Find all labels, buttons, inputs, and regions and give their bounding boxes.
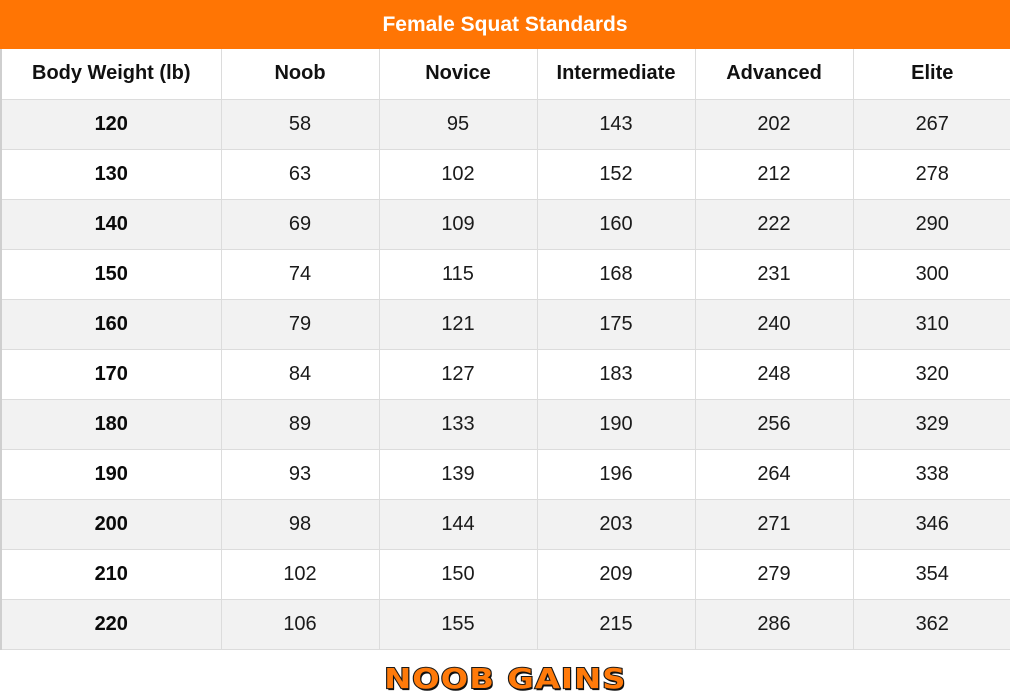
table-row: 200 98 144 203 271 346 (0, 498, 1010, 550)
cell-noob: 69 (220, 198, 380, 250)
cell-body-weight: 150 (0, 248, 222, 300)
cell-elite: 346 (852, 498, 1010, 550)
cell-advanced: 264 (694, 448, 854, 500)
cell-advanced: 256 (694, 398, 854, 450)
column-header-noob: Noob (220, 49, 380, 100)
cell-novice: 127 (378, 348, 538, 400)
cell-novice: 121 (378, 298, 538, 350)
cell-elite: 320 (852, 348, 1010, 400)
cell-advanced: 212 (694, 148, 854, 200)
cell-intermediate: 209 (536, 548, 696, 600)
cell-intermediate: 175 (536, 298, 696, 350)
cell-advanced: 279 (694, 548, 854, 600)
cell-noob: 93 (220, 448, 380, 500)
cell-elite: 267 (852, 98, 1010, 150)
cell-intermediate: 160 (536, 198, 696, 250)
column-header-body-weight: Body Weight (lb) (0, 49, 222, 100)
column-header-elite: Elite (852, 49, 1010, 100)
table-title: Female Squat Standards (0, 0, 1010, 49)
cell-intermediate: 215 (536, 598, 696, 650)
cell-intermediate: 196 (536, 448, 696, 500)
cell-novice: 150 (378, 548, 538, 600)
cell-novice: 139 (378, 448, 538, 500)
cell-elite: 290 (852, 198, 1010, 250)
table-row: 150 74 115 168 231 300 (0, 248, 1010, 300)
cell-noob: 84 (220, 348, 380, 400)
table-body: 120 58 95 143 202 267 130 63 102 152 212 278 140 69 10… (0, 98, 1010, 650)
table-row: 210 102 150 209 279 354 (0, 548, 1010, 600)
cell-body-weight: 130 (0, 148, 222, 200)
cell-advanced: 202 (694, 98, 854, 150)
column-header-novice: Novice (378, 49, 538, 100)
cell-advanced: 231 (694, 248, 854, 300)
header-row: Body Weight (lb) Noob Novice Intermediat… (0, 49, 1010, 100)
cell-body-weight: 220 (0, 598, 222, 650)
cell-noob: 58 (220, 98, 380, 150)
cell-noob: 63 (220, 148, 380, 200)
cell-body-weight: 170 (0, 348, 222, 400)
column-header-advanced: Advanced (694, 49, 854, 100)
cell-noob: 89 (220, 398, 380, 450)
cell-body-weight: 120 (0, 98, 222, 150)
cell-intermediate: 183 (536, 348, 696, 400)
table-row: 160 79 121 175 240 310 (0, 298, 1010, 350)
cell-body-weight: 140 (0, 198, 222, 250)
cell-advanced: 240 (694, 298, 854, 350)
cell-advanced: 248 (694, 348, 854, 400)
cell-advanced: 286 (694, 598, 854, 650)
cell-intermediate: 203 (536, 498, 696, 550)
cell-noob: 74 (220, 248, 380, 300)
cell-noob: 106 (220, 598, 380, 650)
table-row: 220 106 155 215 286 362 (0, 598, 1010, 650)
cell-novice: 95 (378, 98, 538, 150)
cell-intermediate: 168 (536, 248, 696, 300)
cell-noob: 79 (220, 298, 380, 350)
cell-elite: 329 (852, 398, 1010, 450)
cell-novice: 155 (378, 598, 538, 650)
cell-novice: 133 (378, 398, 538, 450)
table-row: 140 69 109 160 222 290 (0, 198, 1010, 250)
cell-body-weight: 160 (0, 298, 222, 350)
cell-novice: 109 (378, 198, 538, 250)
cell-intermediate: 190 (536, 398, 696, 450)
table-row: 180 89 133 190 256 329 (0, 398, 1010, 450)
cell-elite: 278 (852, 148, 1010, 200)
table-row: 190 93 139 196 264 338 (0, 448, 1010, 500)
cell-body-weight: 190 (0, 448, 222, 500)
cell-novice: 144 (378, 498, 538, 550)
table-row: 170 84 127 183 248 320 (0, 348, 1010, 400)
noob-gains-logo: NOOB GAINS (0, 660, 1010, 696)
squat-standards-table: Body Weight (lb) Noob Novice Intermediat… (0, 49, 1010, 650)
cell-intermediate: 143 (536, 98, 696, 150)
cell-body-weight: 180 (0, 398, 222, 450)
cell-intermediate: 152 (536, 148, 696, 200)
cell-noob: 98 (220, 498, 380, 550)
table-row: 130 63 102 152 212 278 (0, 148, 1010, 200)
cell-elite: 300 (852, 248, 1010, 300)
column-header-intermediate: Intermediate (536, 49, 696, 100)
cell-noob: 102 (220, 548, 380, 600)
cell-novice: 102 (378, 148, 538, 200)
cell-elite: 338 (852, 448, 1010, 500)
logo-text: NOOB GAINS (383, 661, 627, 696)
cell-novice: 115 (378, 248, 538, 300)
cell-advanced: 222 (694, 198, 854, 250)
cell-elite: 354 (852, 548, 1010, 600)
cell-elite: 310 (852, 298, 1010, 350)
cell-body-weight: 200 (0, 498, 222, 550)
cell-advanced: 271 (694, 498, 854, 550)
cell-body-weight: 210 (0, 548, 222, 600)
table-row: 120 58 95 143 202 267 (0, 98, 1010, 150)
cell-elite: 362 (852, 598, 1010, 650)
